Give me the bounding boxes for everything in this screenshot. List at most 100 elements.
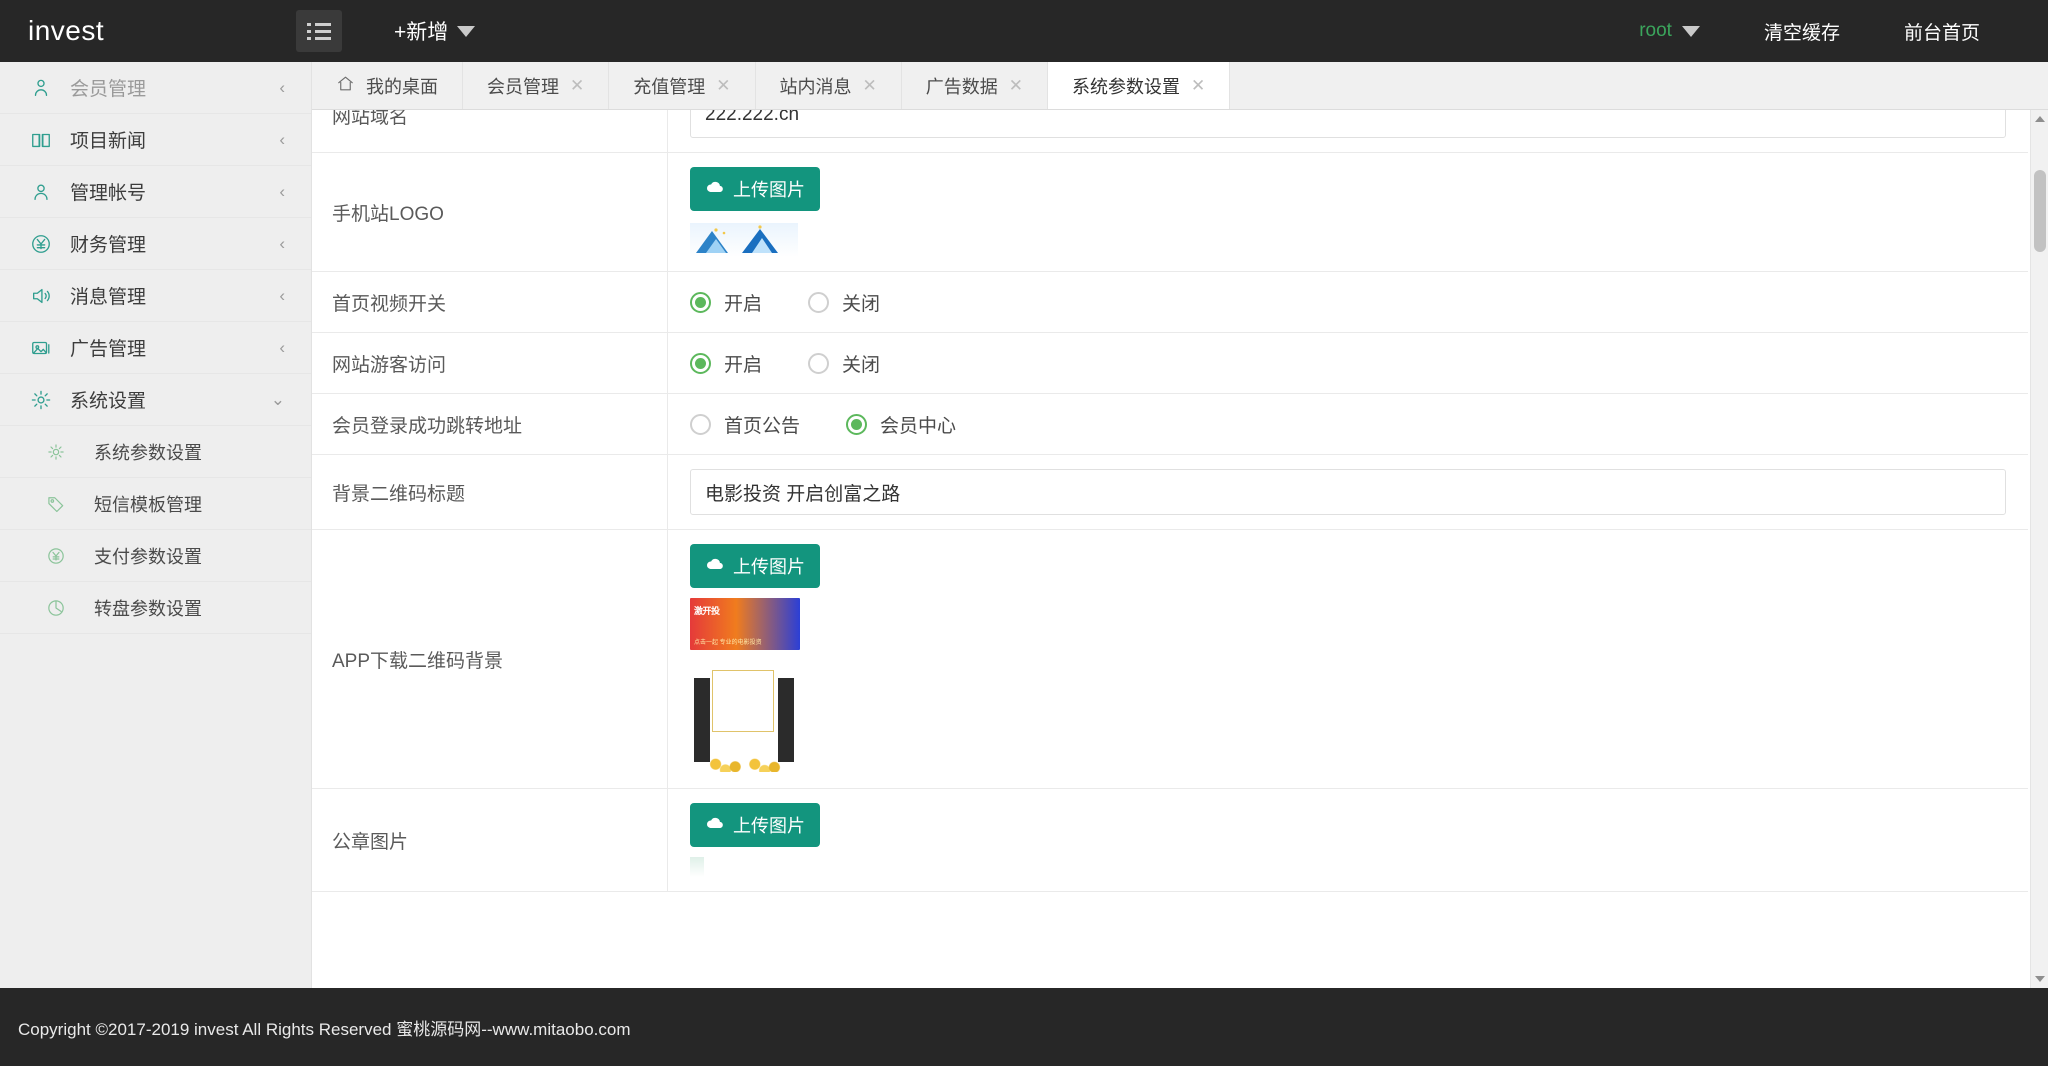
radio-circle-icon[interactable] [690,414,711,435]
upload-image-button[interactable]: 上传图片 [690,544,820,588]
new-button[interactable]: +新增 [394,16,475,46]
scrollbar-thumb[interactable] [2034,170,2046,252]
radio-option-2[interactable]: 关闭 [808,350,880,377]
image-icon [30,337,64,359]
sidebar-item-5[interactable]: 消息管理‹ [0,270,311,322]
user-name-label: root [1639,20,1672,42]
tab-list: 我的桌面会员管理✕充值管理✕站内消息✕广告数据✕系统参数设置✕ [312,62,1230,109]
tab-5[interactable]: 广告数据 ✕ [902,62,1048,109]
form-row-field: 首页公告 会员中心 [668,394,2028,454]
sidebar-item-3[interactable]: 管理帐号‹ [0,166,311,218]
copyright-text: Copyright ©2017-2019 invest All Rights R… [18,1015,630,1040]
form-row-3: 首页视频开关 开启 关闭 [312,271,2028,333]
tab-2[interactable]: 会员管理✕ [463,62,609,109]
form-row-field [668,110,2028,152]
cloud-upload-icon [705,554,725,579]
tab-3[interactable]: 充值管理 ✕ [609,62,755,109]
chevron-down-icon [1682,26,1700,37]
form-row-7: APP下载二维码背景 上传图片 激开投点击一起 专业的电影投资 [312,529,2028,789]
sidebar-item-10[interactable]: 支付参数设置 [0,530,311,582]
radio-option-1[interactable]: 开启 [690,350,762,377]
sidebar-item-9[interactable]: 短信模板管理 [0,478,311,530]
form-row-field: 上传图片 激开投点击一起 专业的电影投资 [668,530,2028,788]
triangle-up-icon[interactable] [2031,110,2048,128]
sidebar-item-label: 项目新闻 [64,126,279,153]
sidebar-item-1[interactable]: 会员管理‹ [0,62,311,114]
sidebar-item-label: 转盘参数设置 [88,595,285,621]
form-row-label: 网站域名 [312,110,668,152]
sidebar-item-label: 系统参数设置 [88,439,285,465]
form-row-label: 首页视频开关 [312,272,668,332]
clear-cache-button[interactable]: 清空缓存 [1732,0,1872,62]
close-icon[interactable]: ✕ [1009,77,1023,94]
chevron-icon: ‹ [279,339,285,356]
radio-circle-icon[interactable] [808,292,829,313]
text-input[interactable] [690,469,2006,515]
sidebar-item-8[interactable]: 系统参数设置 [0,426,311,478]
tab-label: 我的桌面 [366,73,438,99]
app-root: invest +新增 root 清空缓存 前台首页 [0,0,2048,1066]
radio-option-1[interactable]: 开启 [690,289,762,316]
tab-strip: 我的桌面会员管理✕充值管理✕站内消息✕广告数据✕系统参数设置✕ [312,62,2048,110]
app-banner-thumb: 激开投点击一起 专业的电影投资 [690,598,800,650]
radio-circle-icon[interactable] [690,292,711,313]
tab-label: 充值管理 [633,73,705,99]
radio-option-2[interactable]: 关闭 [808,289,880,316]
sidebar-item-7[interactable]: 系统设置⌄ [0,374,311,426]
front-home-link[interactable]: 前台首页 [1872,0,2012,62]
radio-label: 会员中心 [880,411,956,438]
close-icon[interactable]: ✕ [716,77,730,94]
chevron-down-icon [457,26,475,37]
radio-option-2[interactable]: 会员中心 [846,411,956,438]
tab-6[interactable]: 系统参数设置✕ [1048,62,1230,109]
form-row-label: 会员登录成功跳转地址 [312,394,668,454]
vertical-scrollbar[interactable] [2030,110,2048,988]
topbar-right-actions: root 清空缓存 前台首页 [1607,0,2048,62]
radio-option-1[interactable]: 首页公告 [690,411,800,438]
speaker-icon [30,285,64,307]
sidebar-item-4[interactable]: 财务管理‹ [0,218,311,270]
footer: Copyright ©2017-2019 invest All Rights R… [0,988,2048,1066]
tab-1[interactable]: 我的桌面 [312,62,463,109]
upload-image-button[interactable]: 上传图片 [690,803,820,847]
brand-text: invest [28,15,104,47]
sidebar-item-label: 消息管理 [64,282,279,309]
upload-image-button[interactable]: 上传图片 [690,167,820,211]
sidebar-item-label: 管理帐号 [64,178,279,205]
radio-circle-icon[interactable] [846,414,867,435]
radio-group: 首页公告 会员中心 [690,411,2006,438]
main-content: 网站域名手机站LOGO 上传图片 首页视频开关 [312,110,2048,988]
home-icon [336,74,355,98]
sidebar-item-label: 系统设置 [64,386,271,413]
sidebar-item-2[interactable]: 项目新闻‹ [0,114,311,166]
sidebar-item-label: 会员管理 [64,74,279,101]
sidebar-item-11[interactable]: 转盘参数设置 [0,582,311,634]
text-input[interactable] [690,110,2006,138]
tab-label: 广告数据 [926,73,998,99]
close-icon[interactable]: ✕ [570,77,584,94]
list-menu-icon[interactable] [296,10,342,52]
tab-4[interactable]: 站内消息✕ [756,62,902,109]
radio-circle-icon[interactable] [690,353,711,374]
settings-form: 网站域名手机站LOGO 上传图片 首页视频开关 [312,110,2028,892]
sidebar-item-6[interactable]: 广告管理‹ [0,322,311,374]
brand-logo: invest [0,0,312,62]
radio-circle-icon[interactable] [808,353,829,374]
chevron-icon: ‹ [279,131,285,148]
triangle-down-icon[interactable] [2031,970,2048,988]
sidebar-item-label: 支付参数设置 [88,543,285,569]
form-row-field: 开启 关闭 [668,272,2028,332]
chevron-icon: ‹ [279,79,285,96]
radio-group: 开启 关闭 [690,289,2006,316]
upload-button-label: 上传图片 [733,553,805,579]
radio-label: 关闭 [842,289,880,316]
close-icon[interactable]: ✕ [1191,77,1205,94]
upload-button-label: 上传图片 [733,176,805,202]
user-menu[interactable]: root [1607,0,1732,62]
user-icon [30,77,64,99]
form-row-4: 网站游客访问 开启 关闭 [312,332,2028,394]
form-row-1: 网站域名 [312,110,2028,153]
close-icon[interactable]: ✕ [863,77,877,94]
form-row-6: 背景二维码标题 [312,454,2028,530]
sidebar-item-label: 短信模板管理 [88,491,285,517]
